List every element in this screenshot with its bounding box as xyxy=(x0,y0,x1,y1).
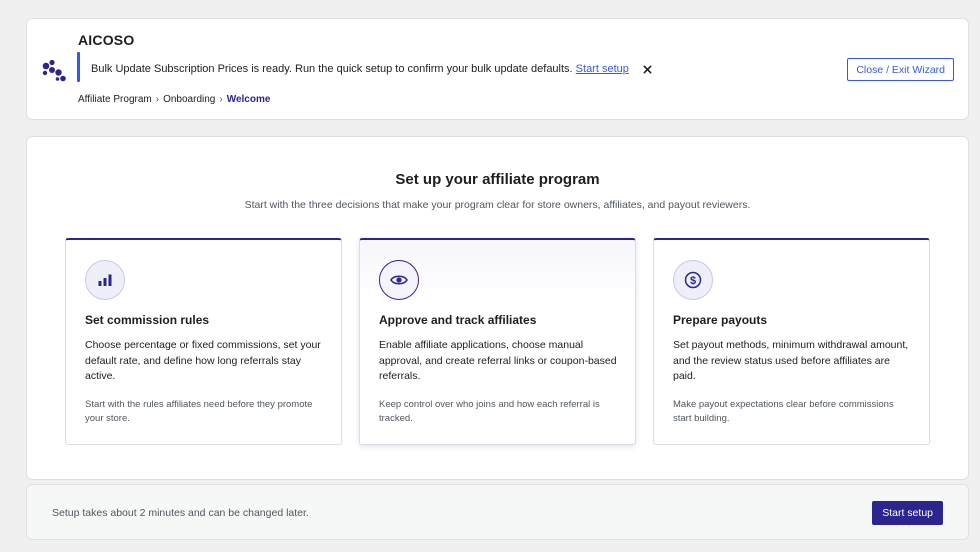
dollar-icon: $ xyxy=(673,260,713,300)
option-note: Start with the rules affiliates need bef… xyxy=(85,399,313,424)
close-icon[interactable] xyxy=(640,62,654,76)
setup-duration-text: Setup takes about 2 minutes and can be c… xyxy=(52,507,309,519)
notice-start-setup-link[interactable]: Start setup xyxy=(576,63,629,75)
wizard-header: AICOSO Bulk Update Subscription Prices i… xyxy=(26,18,969,120)
setup-panel: Set up your affiliate program Start with… xyxy=(26,136,969,480)
breadcrumb-item-welcome: Welcome xyxy=(226,94,271,105)
option-note: Make payout expectations clear before co… xyxy=(673,399,894,424)
page-subtitle: Start with the three decisions that make… xyxy=(244,199,751,211)
bar-chart-icon xyxy=(85,260,125,300)
breadcrumb: Affiliate Program › Onboarding › Welcome xyxy=(78,94,270,105)
option-card-approve-track[interactable]: Approve and track affiliates Enable affi… xyxy=(359,238,636,445)
wizard-footer: Setup takes about 2 minutes and can be c… xyxy=(26,484,969,540)
option-title: Set commission rules xyxy=(85,313,210,327)
breadcrumb-separator: › xyxy=(219,94,223,105)
breadcrumb-item-affiliate-program[interactable]: Affiliate Program xyxy=(78,94,152,105)
start-setup-button[interactable]: Start setup xyxy=(872,501,943,525)
option-description: Enable affiliate applications, choose ma… xyxy=(379,339,617,382)
breadcrumb-separator: › xyxy=(155,94,160,105)
brand-logo-icon xyxy=(42,59,66,82)
option-note: Keep control over who joins and how each… xyxy=(379,399,600,424)
option-title: Approve and track affiliates xyxy=(379,313,537,327)
breadcrumb-item-onboarding[interactable]: Onboarding xyxy=(163,94,215,105)
option-description: Set payout methods, minimum withdrawal a… xyxy=(673,339,909,382)
option-description: Choose percentage or fixed commissions, … xyxy=(85,339,321,382)
brand-name: AICOSO xyxy=(78,32,135,48)
setup-notice: Bulk Update Subscription Prices is ready… xyxy=(91,63,629,75)
eye-icon xyxy=(379,260,419,300)
close-exit-wizard-button[interactable]: Close / Exit Wizard xyxy=(847,58,954,81)
option-title: Prepare payouts xyxy=(673,313,768,327)
option-card-commission-rules[interactable]: Set commission rules Choose percentage o… xyxy=(65,238,342,445)
option-card-prepare-payouts[interactable]: $ Prepare payouts Set payout methods, mi… xyxy=(653,238,930,445)
notice-message: Bulk Update Subscription Prices is ready… xyxy=(91,63,573,75)
svg-text:$: $ xyxy=(690,275,696,287)
notice-accent-bar xyxy=(77,52,80,82)
page-title: Set up your affiliate program xyxy=(395,171,600,188)
